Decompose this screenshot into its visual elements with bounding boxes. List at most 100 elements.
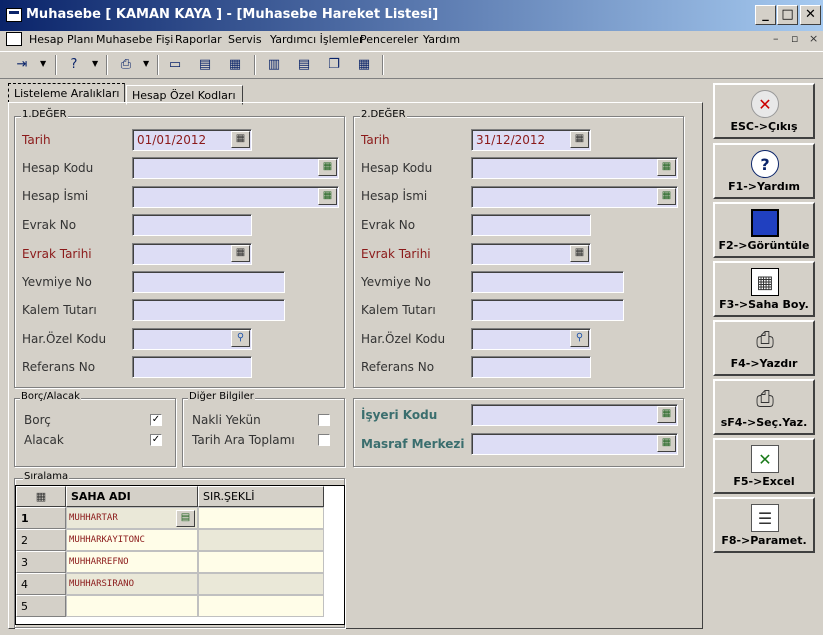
mdi-child-icon[interactable]	[6, 32, 22, 46]
help-icon[interactable]: ?	[64, 55, 84, 75]
maximize-button[interactable]: □	[777, 5, 798, 25]
g1-evrak-no-field[interactable]	[132, 214, 252, 236]
toolbar-separator	[106, 55, 108, 75]
g1-evrak-tarihi-calendar-icon[interactable]: ▦	[231, 245, 250, 262]
menu-raporlar[interactable]: Raporlar	[175, 33, 222, 46]
close-button[interactable]: ✕	[800, 5, 821, 25]
g2-tarih-calendar-icon[interactable]: ▦	[570, 131, 589, 148]
window-layout-icon[interactable]: ▥	[264, 55, 284, 75]
g1-hesap-kodu-lookup-icon[interactable]: ▦	[318, 159, 337, 176]
minimize-button[interactable]: _	[755, 5, 776, 25]
g1-kalem-tutari-field[interactable]	[132, 299, 285, 321]
f4-yazdir-label: F4->Yazdır	[730, 357, 798, 370]
grid-cell-sir-sekli[interactable]	[198, 595, 324, 617]
help-dropdown-icon[interactable]: ▼	[92, 58, 98, 70]
g2-evrak-tarihi-label: Evrak Tarihi	[361, 247, 431, 261]
calendar-icon[interactable]: ▦	[354, 55, 374, 75]
masraf-merkezi-lookup-icon[interactable]: ▦	[657, 435, 676, 452]
borc-label: Borç	[24, 413, 51, 427]
exit-icon[interactable]: ⇥	[12, 55, 32, 75]
esc-cikis-button[interactable]: ✕ ESC->Çıkış	[713, 83, 815, 139]
menu-yardimci-islemler[interactable]: Yardımcı İşlemler	[270, 33, 364, 46]
g2-har-ozel-kodu-lookup-icon[interactable]: ⚲	[570, 330, 589, 347]
g2-har-ozel-kodu-label: Har.Özel Kodu	[361, 332, 446, 346]
print-dropdown-icon[interactable]: ▼	[143, 58, 149, 70]
grid-cell-saha-adi[interactable]: MUHHARKAYITONC	[66, 529, 198, 551]
menu-pencereler[interactable]: Pencereler	[360, 33, 418, 46]
grid-cell-sir-sekli[interactable]	[198, 573, 324, 595]
grid-header-saha-adi[interactable]: SAHA ADI	[66, 486, 198, 507]
tarih-ara-toplami-checkbox[interactable]	[318, 434, 330, 446]
grid-cell-saha-adi[interactable]: MUHHARSIRANO	[66, 573, 198, 595]
window-icon[interactable]: ▭	[165, 55, 185, 75]
f3-saha-boy-button[interactable]: ▦ F3->Saha Boy.	[713, 261, 815, 317]
window-list-icon[interactable]: ▤	[195, 55, 215, 75]
window-grid-icon[interactable]: ▦	[225, 55, 245, 75]
f1-yardim-button[interactable]: ? F1->Yardım	[713, 143, 815, 199]
mdi-restore-button[interactable]: ▫	[791, 32, 798, 45]
mdi-minimize-button[interactable]: –	[773, 32, 779, 45]
g2-yevmiye-no-field[interactable]	[471, 271, 624, 293]
toolbar-separator	[157, 55, 159, 75]
isyeri-kodu-lookup-icon[interactable]: ▦	[657, 406, 676, 423]
masraf-merkezi-label: Masraf Merkezi	[361, 437, 465, 451]
row-number[interactable]: 1	[16, 507, 66, 529]
grid-cell-sir-sekli[interactable]	[198, 529, 324, 551]
grid-cell-lookup-icon[interactable]: ▤	[176, 510, 195, 527]
group-1-title: 1.DEĞER	[21, 109, 68, 120]
g2-hesap-ismi-field[interactable]	[471, 186, 678, 208]
grid-cell-saha-adi[interactable]	[66, 595, 198, 617]
exit-dropdown-icon[interactable]: ▼	[40, 58, 46, 70]
row-number[interactable]: 5	[16, 595, 66, 617]
g1-referans-no-field[interactable]	[132, 356, 252, 378]
g1-yevmiye-no-field[interactable]	[132, 271, 285, 293]
g2-kalem-tutari-field[interactable]	[471, 299, 624, 321]
sf4-sec-yaz-button[interactable]: ⎙ sF4->Seç.Yaz.	[713, 379, 815, 435]
g2-evrak-tarihi-calendar-icon[interactable]: ▦	[570, 245, 589, 262]
g2-evrak-no-field[interactable]	[471, 214, 591, 236]
app-icon	[6, 8, 22, 22]
f4-yazdir-button[interactable]: ⎙ F4->Yazdır	[713, 320, 815, 376]
f5-excel-button[interactable]: ✕ F5->Excel	[713, 438, 815, 494]
masraf-merkezi-field[interactable]	[471, 433, 678, 455]
menu-yardim[interactable]: Yardım	[423, 33, 460, 46]
f2-goruntule-button[interactable]: F2->Görüntüle	[713, 202, 815, 258]
window-cascade-icon[interactable]: ❐	[324, 55, 344, 75]
g1-hesap-ismi-field[interactable]	[132, 186, 339, 208]
tab-listeleme-araliklari[interactable]: Listeleme Aralıkları	[8, 83, 125, 103]
tarih-ara-toplami-label: Tarih Ara Toplamı	[192, 433, 295, 447]
borc-checkbox[interactable]: ✓	[150, 414, 162, 426]
menu-hesap-plani[interactable]: Hesap Planı	[29, 33, 93, 46]
f8-paramet-button[interactable]: ☰ F8->Paramet.	[713, 497, 815, 553]
print-setup-icon[interactable]: ⎙	[116, 55, 136, 75]
menu-servis[interactable]: Servis	[228, 33, 262, 46]
printer-icon: ⎙	[756, 328, 774, 353]
grid-cell-saha-adi[interactable]: MUHHARREFNO	[66, 551, 198, 573]
toolbar-separator	[254, 55, 256, 75]
nakli-yekun-checkbox[interactable]	[318, 414, 330, 426]
f8-paramet-label: F8->Paramet.	[721, 534, 807, 547]
window-tile-icon[interactable]: ▤	[294, 55, 314, 75]
diger-bilgiler-title: Diğer Bilgiler	[188, 391, 255, 402]
g2-hesap-kodu-field[interactable]	[471, 157, 678, 179]
g2-hesap-kodu-lookup-icon[interactable]: ▦	[657, 159, 676, 176]
row-number[interactable]: 4	[16, 573, 66, 595]
menu-muhasebe-fisi[interactable]: Muhasebe Fişi	[96, 33, 173, 46]
mdi-close-button[interactable]: ×	[809, 32, 818, 45]
isyeri-kodu-field[interactable]	[471, 404, 678, 426]
g2-hesap-ismi-label: Hesap İsmi	[361, 189, 428, 203]
grid-cell-sir-sekli[interactable]	[198, 507, 324, 529]
g2-referans-no-field[interactable]	[471, 356, 591, 378]
grid-header-sir-sekli[interactable]: SIR.ŞEKLİ	[198, 486, 324, 507]
g1-har-ozel-kodu-lookup-icon[interactable]: ⚲	[231, 330, 250, 347]
g1-hesap-ismi-lookup-icon[interactable]: ▦	[318, 188, 337, 205]
g2-hesap-ismi-lookup-icon[interactable]: ▦	[657, 188, 676, 205]
grid-corner-icon[interactable]: ▦	[16, 486, 66, 507]
row-number[interactable]: 3	[16, 551, 66, 573]
grid-cell-sir-sekli[interactable]	[198, 551, 324, 573]
toolbar: ⇥ ▼ ? ▼ ⎙ ▼ ▭ ▤ ▦ ▥ ▤ ❐ ▦	[0, 51, 823, 79]
row-number[interactable]: 2	[16, 529, 66, 551]
g1-tarih-calendar-icon[interactable]: ▦	[231, 131, 250, 148]
g1-hesap-kodu-field[interactable]	[132, 157, 339, 179]
alacak-checkbox[interactable]: ✓	[150, 434, 162, 446]
